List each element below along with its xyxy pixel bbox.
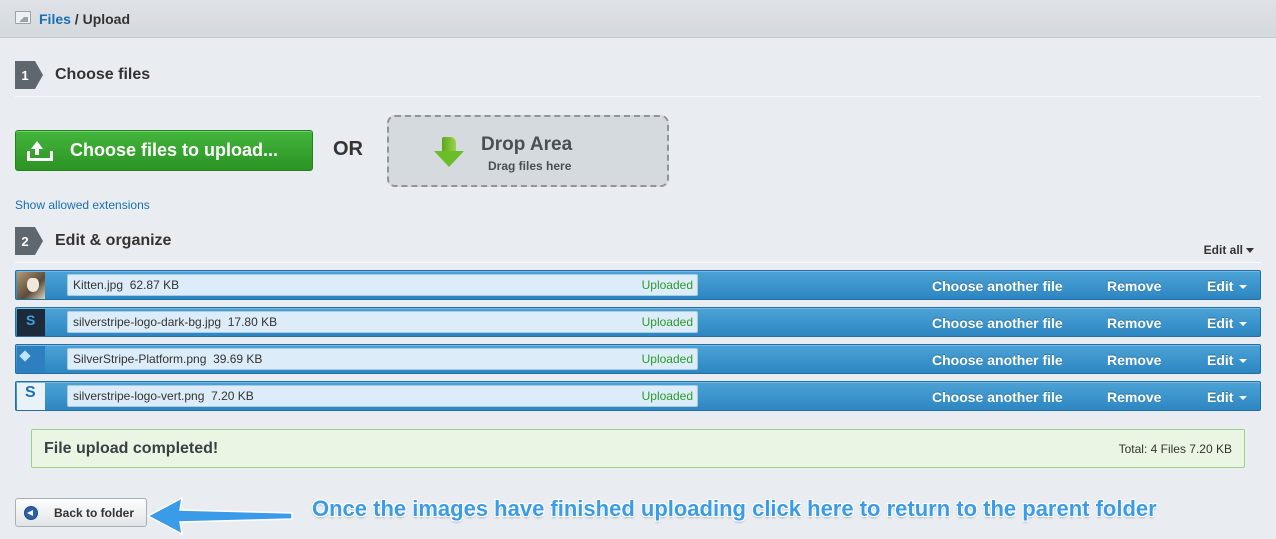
- file-thumbnail: [17, 346, 45, 373]
- caret-down-icon: [1246, 248, 1254, 254]
- step-number: 2: [15, 227, 43, 255]
- upload-complete-banner: File upload completed! Total: 4 Files 7.…: [31, 429, 1245, 468]
- file-size: 7.20 KB: [211, 389, 254, 403]
- choose-files-button[interactable]: Choose files to upload...: [15, 130, 313, 171]
- file-status: Uploaded: [641, 278, 693, 292]
- caret-down-icon: [1239, 285, 1248, 290]
- choose-files-label: Choose files to upload...: [70, 140, 279, 160]
- remove-button[interactable]: Remove: [1107, 352, 1161, 368]
- back-to-folder-label: Back to folder: [54, 505, 135, 520]
- file-name: SilverStripe-Platform.png: [73, 352, 207, 366]
- file-status: Uploaded: [641, 315, 693, 329]
- file-name: silverstripe-logo-dark-bg.jpg: [73, 315, 222, 329]
- file-size: 39.69 KB: [213, 352, 263, 366]
- file-thumbnail: [17, 383, 45, 410]
- file-row: silverstripe-logo-dark-bg.jpg 17.80 KB U…: [15, 307, 1261, 337]
- upload-complete-message: File upload completed!: [44, 440, 219, 457]
- choose-another-file-button[interactable]: Choose another file: [932, 389, 1063, 405]
- show-extensions-link[interactable]: Show allowed extensions: [15, 198, 150, 212]
- back-to-folder-button[interactable]: Back to folder: [15, 498, 147, 527]
- choose-another-file-button[interactable]: Choose another file: [932, 315, 1063, 331]
- caret-down-icon: [1239, 322, 1248, 327]
- breadcrumb-separator: /: [74, 11, 79, 27]
- remove-button[interactable]: Remove: [1107, 278, 1161, 294]
- annotation-arrow-icon: [146, 496, 293, 536]
- edit-label: Edit: [1207, 278, 1234, 294]
- step-title: Choose files: [55, 66, 151, 83]
- file-info: SilverStripe-Platform.png 39.69 KB Uploa…: [67, 348, 698, 370]
- upload-total: Total: 4 Files 7.20 KB: [1118, 442, 1232, 456]
- file-row: silverstripe-logo-vert.png 7.20 KB Uploa…: [15, 381, 1261, 411]
- step-edit-organize: 2 Edit & organize: [15, 227, 171, 255]
- download-arrow-icon: [434, 137, 464, 169]
- edit-label: Edit: [1207, 315, 1234, 331]
- file-name: silverstripe-logo-vert.png: [73, 389, 205, 403]
- edit-label: Edit: [1207, 352, 1234, 368]
- file-status: Uploaded: [641, 389, 693, 403]
- file-row: Kitten.jpg 62.87 KB Uploaded Choose anot…: [15, 270, 1261, 300]
- step-choose-files: 1 Choose files: [15, 61, 150, 89]
- choose-another-file-button[interactable]: Choose another file: [932, 278, 1063, 294]
- divider: [15, 96, 1261, 97]
- file-name: Kitten.jpg: [73, 278, 124, 292]
- edit-label: Edit: [1207, 389, 1234, 405]
- back-arrow-icon: [24, 505, 38, 520]
- step-title: Edit & organize: [55, 232, 172, 249]
- remove-button[interactable]: Remove: [1107, 389, 1161, 405]
- divider: [15, 262, 1261, 263]
- caret-down-icon: [1239, 359, 1248, 364]
- edit-button[interactable]: Edit: [1207, 389, 1248, 405]
- edit-button[interactable]: Edit: [1207, 278, 1248, 294]
- edit-button[interactable]: Edit: [1207, 352, 1248, 368]
- file-thumbnail: [17, 309, 45, 336]
- remove-button[interactable]: Remove: [1107, 315, 1161, 331]
- drop-area-title: Drop Area: [481, 134, 573, 155]
- choose-another-file-button[interactable]: Choose another file: [932, 352, 1063, 368]
- file-info: silverstripe-logo-vert.png 7.20 KB Uploa…: [67, 385, 698, 407]
- image-icon: [15, 11, 31, 24]
- breadcrumb: Files / Upload: [39, 11, 130, 27]
- file-status: Uploaded: [641, 352, 693, 366]
- edit-button[interactable]: Edit: [1207, 315, 1248, 331]
- breadcrumb-current: Upload: [82, 11, 131, 27]
- caret-down-icon: [1239, 396, 1248, 401]
- file-row: SilverStripe-Platform.png 39.69 KB Uploa…: [15, 344, 1261, 374]
- drop-area-subtitle: Drag files here: [488, 159, 572, 173]
- annotation-text: Once the images have finished uploading …: [312, 496, 1157, 521]
- edit-all-label: Edit all: [1203, 243, 1243, 257]
- file-size: 62.87 KB: [129, 278, 180, 292]
- upload-icon: [26, 140, 53, 161]
- header-bar: Files / Upload: [0, 0, 1276, 38]
- file-size: 17.80 KB: [227, 315, 278, 329]
- file-info: silverstripe-logo-dark-bg.jpg 17.80 KB U…: [67, 311, 698, 333]
- file-info: Kitten.jpg 62.87 KB Uploaded: [67, 274, 698, 296]
- drop-area[interactable]: Drop Area Drag files here: [387, 115, 669, 187]
- edit-all-button[interactable]: Edit all: [1204, 243, 1254, 257]
- step-number: 1: [15, 61, 43, 89]
- breadcrumb-files-link[interactable]: Files: [39, 11, 71, 27]
- or-label: OR: [333, 138, 363, 160]
- file-thumbnail: [17, 272, 45, 299]
